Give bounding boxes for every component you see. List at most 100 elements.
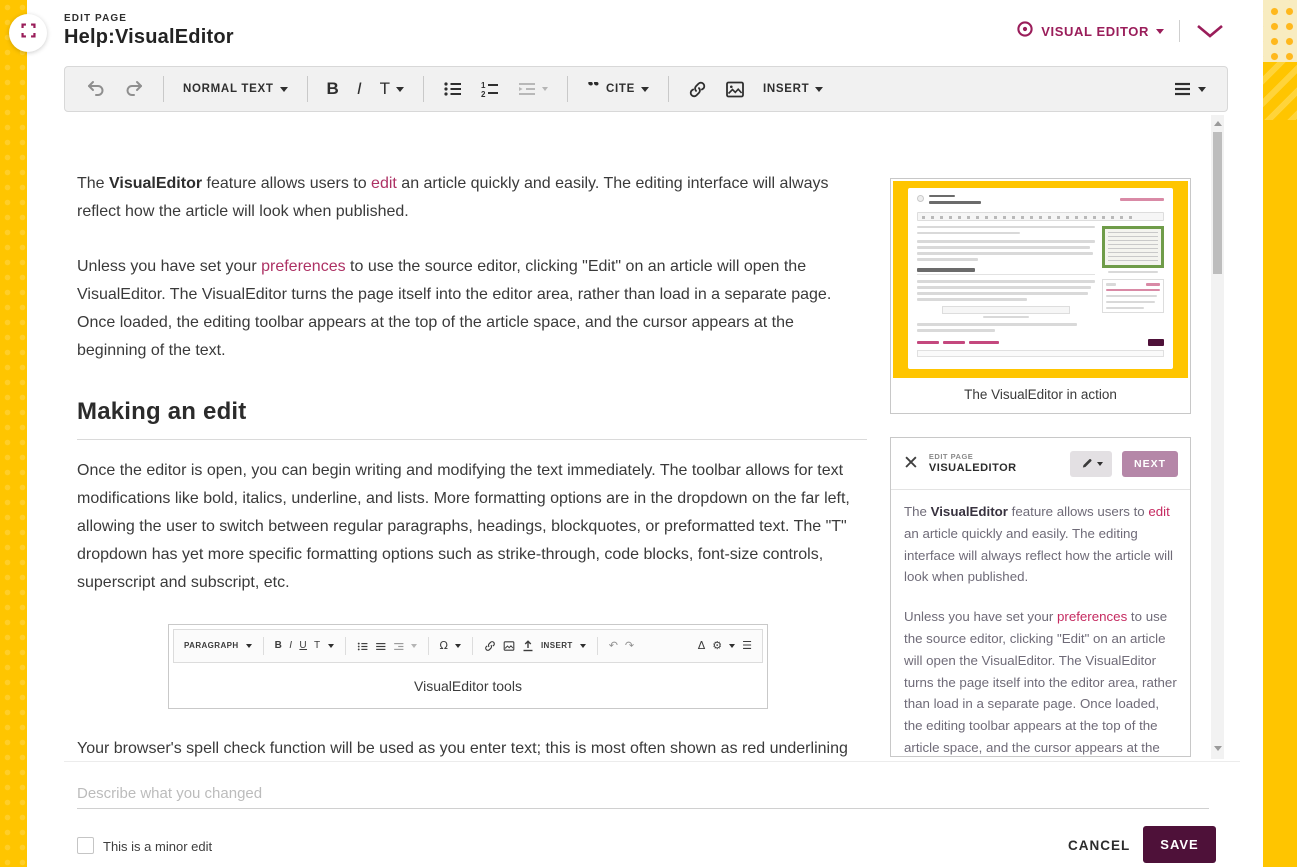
divider <box>472 637 473 655</box>
scrollbar-track[interactable] <box>1211 115 1224 759</box>
chevron-down-icon <box>396 87 404 92</box>
cite-dropdown[interactable]: “ CITE <box>578 72 658 106</box>
thumbnail2-body: The VisualEditor feature allows users to… <box>891 490 1190 757</box>
ve-tools-figure[interactable]: PARAGRAPH B I U T Ω INSERT ↶ ↷ <box>168 624 768 709</box>
left-brand-strip <box>0 0 27 867</box>
indent-dropdown[interactable] <box>508 72 557 106</box>
toolbar-divider <box>567 76 568 102</box>
mini-bold-icon: B <box>275 632 283 660</box>
menu-icon <box>1173 80 1192 98</box>
mini-undo-icon: ↶ <box>609 632 618 660</box>
svg-text:1: 1 <box>481 81 486 90</box>
mini-redo-icon: ↷ <box>625 632 634 660</box>
link-edit: edit <box>1148 504 1169 519</box>
fullscreen-button[interactable] <box>9 14 47 52</box>
minor-edit-checkbox[interactable] <box>77 837 94 854</box>
redo-icon <box>124 80 144 98</box>
chevron-down-icon <box>729 644 735 648</box>
divider <box>428 637 429 655</box>
editor-surface[interactable]: The VisualEditor feature allows users to… <box>64 112 1240 762</box>
text-style-icon: T <box>380 79 390 99</box>
bold-button[interactable]: B <box>318 72 348 106</box>
chevron-down-icon <box>246 644 252 648</box>
chevron-down-icon <box>641 87 649 92</box>
mini-image-icon <box>503 640 515 652</box>
redo-button[interactable] <box>115 72 153 106</box>
chevron-down-icon <box>411 644 417 648</box>
stripes-pattern <box>1263 62 1297 120</box>
chevron-down-icon <box>280 87 288 92</box>
editor-toolbar: NORMAL TEXT B I T 1 2 “ CITE <box>64 66 1228 112</box>
text-style-dropdown[interactable]: T <box>371 72 413 106</box>
editor-mode-label: VISUAL EDITOR <box>1041 24 1149 39</box>
divider <box>263 637 264 655</box>
insert-label: INSERT <box>763 83 809 95</box>
mini-link-icon <box>484 640 496 652</box>
mini-upload-icon <box>522 640 534 652</box>
eye-icon <box>1016 20 1034 43</box>
thumbnail2-header: ✕ EDIT PAGE VISUALEDITOR NEXT <box>891 438 1190 490</box>
close-icon: ✕ <box>903 454 919 473</box>
paragraph: Once the editor is open, you can begin w… <box>77 457 867 597</box>
mini-paragraph-label: PARAGRAPH <box>184 632 239 660</box>
bullet-list-button[interactable] <box>434 72 471 106</box>
divider <box>345 637 346 655</box>
numbered-list-button[interactable]: 1 2 <box>471 72 508 106</box>
pencil-icon <box>1080 457 1093 470</box>
divider <box>597 637 598 655</box>
collapse-button[interactable] <box>1195 22 1225 40</box>
mini-italic-icon: I <box>289 632 292 660</box>
numbered-list-icon: 1 2 <box>480 80 499 98</box>
thumbnail2-kicker: EDIT PAGE <box>929 453 1017 461</box>
header-divider <box>1179 20 1180 42</box>
quote-icon: “ <box>587 82 600 96</box>
thumbnail1-caption: The VisualEditor in action <box>893 378 1188 411</box>
mini-text-style-icon: T <box>314 632 321 660</box>
link-button[interactable] <box>679 72 716 106</box>
link-preferences: preferences <box>1057 609 1127 624</box>
mini-indent-icon <box>393 641 404 652</box>
chevron-down-icon <box>1156 29 1164 34</box>
mini-gear-icon: ⚙ <box>712 632 722 660</box>
undo-icon <box>86 80 106 98</box>
save-button[interactable]: SAVE <box>1143 826 1216 863</box>
dots-pattern <box>1263 0 1297 62</box>
ve-tools-image: PARAGRAPH B I U T Ω INSERT ↶ ↷ <box>173 629 763 663</box>
paragraph-style-label: NORMAL TEXT <box>183 83 274 95</box>
right-brand-strip <box>1263 0 1297 867</box>
thumbnail-ve-in-action[interactable]: The VisualEditor in action <box>890 178 1191 414</box>
page-options-dropdown[interactable] <box>1164 72 1215 106</box>
next-button: NEXT <box>1122 451 1178 477</box>
mini-warning-icon: Δ <box>698 632 706 660</box>
chevron-down-icon <box>1097 462 1103 466</box>
link-edit[interactable]: edit <box>371 175 397 192</box>
paragraph-style-dropdown[interactable]: NORMAL TEXT <box>174 72 297 106</box>
cite-label: CITE <box>606 83 635 95</box>
chevron-collapse-icon <box>1195 22 1225 40</box>
insert-dropdown[interactable]: INSERT <box>754 72 832 106</box>
mini-underline-icon: U <box>299 632 307 660</box>
thumbnail-mobile-editor[interactable]: ✕ EDIT PAGE VISUALEDITOR NEXT The Visual… <box>890 437 1191 757</box>
image-button[interactable] <box>716 72 754 106</box>
page-title: Help:VisualEditor <box>64 26 234 49</box>
thumbnail1-image <box>893 181 1188 378</box>
paragraph: Unless you have set your preferences to … <box>77 253 867 365</box>
toolbar-divider <box>423 76 424 102</box>
scrollbar-up-arrow[interactable] <box>1214 121 1222 126</box>
edit-summary-input[interactable] <box>77 779 1209 809</box>
scrollbar-thumb[interactable] <box>1213 132 1222 274</box>
figure-caption: VisualEditor tools <box>173 663 763 708</box>
link-icon <box>688 80 707 99</box>
minor-edit-label: This is a minor edit <box>103 839 212 854</box>
bold-text: VisualEditor <box>109 175 202 192</box>
undo-button[interactable] <box>77 72 115 106</box>
mini-insert-label: INSERT <box>541 632 573 660</box>
scrollbar-down-arrow[interactable] <box>1214 746 1222 751</box>
cancel-button[interactable]: CANCEL <box>1068 838 1130 853</box>
pencil-dropdown <box>1070 451 1112 477</box>
italic-button[interactable]: I <box>348 72 371 106</box>
editor-mode-dropdown[interactable]: VISUAL EDITOR <box>1016 20 1164 43</box>
header-right-controls: VISUAL EDITOR <box>1016 19 1225 43</box>
article-content: The VisualEditor feature allows users to… <box>77 170 867 762</box>
link-preferences[interactable]: preferences <box>261 258 346 275</box>
